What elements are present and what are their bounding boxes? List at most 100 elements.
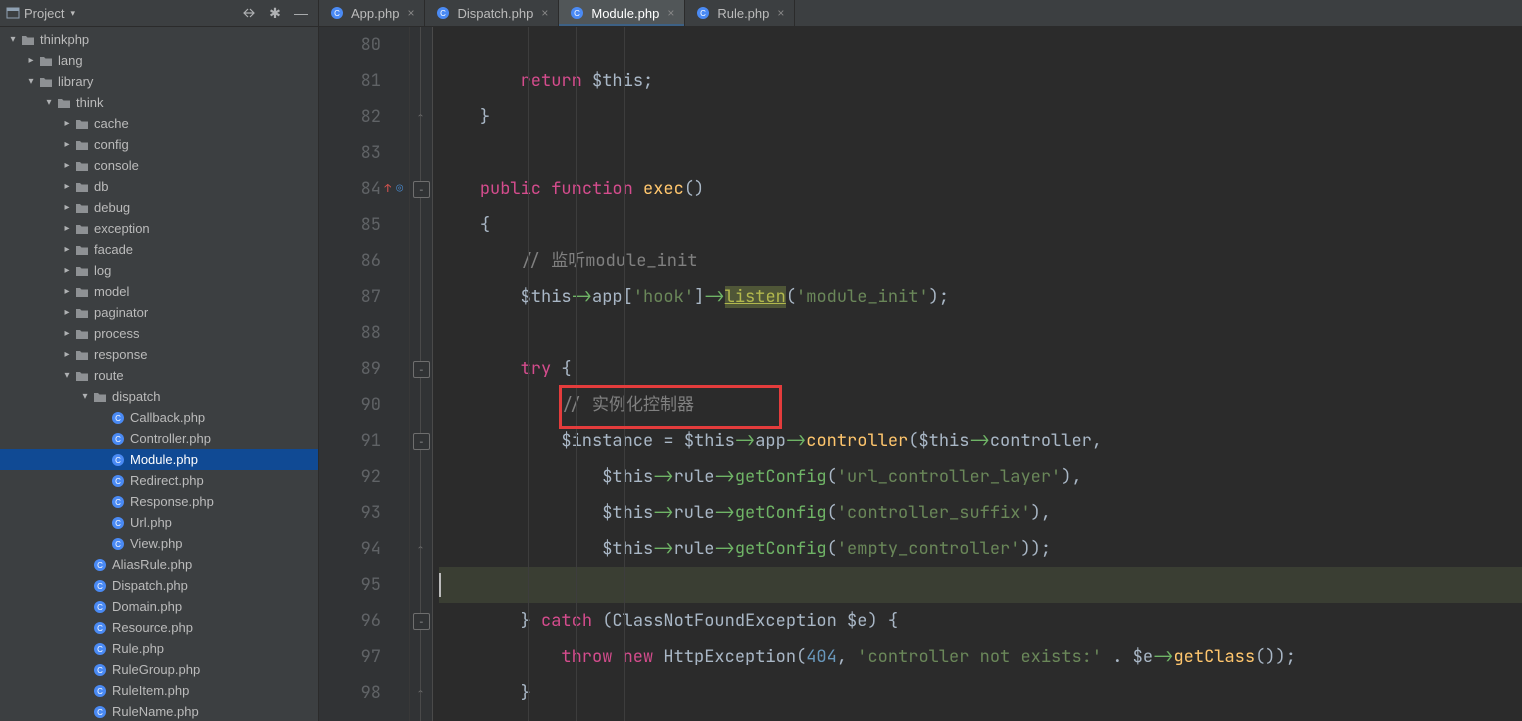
expand-arrow-icon[interactable] xyxy=(62,370,72,381)
expand-arrow-icon[interactable] xyxy=(62,139,72,150)
code-line[interactable]: $this->rule->getConfig('empty_controller… xyxy=(439,531,1522,567)
code-line[interactable]: $this->app['hook']->listen('module_init'… xyxy=(439,279,1522,315)
code-line[interactable]: $instance = $this->app->controller($this… xyxy=(439,423,1522,459)
code-line[interactable] xyxy=(439,135,1522,171)
tree-item-rule-php[interactable]: CRule.php xyxy=(0,638,318,659)
tree-item-dispatch[interactable]: dispatch xyxy=(0,386,318,407)
editor-tab-dispatch-php[interactable]: CDispatch.php× xyxy=(425,0,559,26)
tree-item-think[interactable]: think xyxy=(0,92,318,113)
line-number[interactable]: 91 xyxy=(319,423,409,459)
line-number[interactable]: 95 xyxy=(319,567,409,603)
tree-item-model[interactable]: model xyxy=(0,281,318,302)
editor-tab-module-php[interactable]: CModule.php× xyxy=(559,0,685,26)
tree-item-library[interactable]: library xyxy=(0,71,318,92)
line-number[interactable]: 90 xyxy=(319,387,409,423)
line-number[interactable]: 82 xyxy=(319,99,409,135)
line-number[interactable]: 83 xyxy=(319,135,409,171)
tree-item-redirect-php[interactable]: CRedirect.php xyxy=(0,470,318,491)
tree-item-lang[interactable]: lang xyxy=(0,50,318,71)
expand-arrow-icon[interactable] xyxy=(26,55,36,66)
line-number[interactable]: 94 xyxy=(319,531,409,567)
tree-item-module-php[interactable]: CModule.php xyxy=(0,449,318,470)
tree-item-thinkphp[interactable]: thinkphp xyxy=(0,29,318,50)
code-line[interactable]: try { xyxy=(439,351,1522,387)
project-tool-window-title[interactable]: Project ▾ xyxy=(6,6,75,21)
expand-arrow-icon[interactable] xyxy=(62,328,72,339)
code-line[interactable]: } catch (ClassNotFoundException $e) { xyxy=(439,603,1522,639)
fold-column[interactable]: ⌃−−−⌃−⌃ xyxy=(410,27,433,721)
code-line[interactable]: } xyxy=(439,675,1522,711)
tree-item-resource-php[interactable]: CResource.php xyxy=(0,617,318,638)
expand-arrow-icon[interactable] xyxy=(62,307,72,318)
line-number[interactable]: 96 xyxy=(319,603,409,639)
line-number[interactable]: 88 xyxy=(319,315,409,351)
line-number[interactable]: 87 xyxy=(319,279,409,315)
line-number[interactable]: 86 xyxy=(319,243,409,279)
tree-item-domain-php[interactable]: CDomain.php xyxy=(0,596,318,617)
up-arrow-icon[interactable]: ↑ xyxy=(384,171,391,207)
tree-item-process[interactable]: process xyxy=(0,323,318,344)
line-number[interactable]: 93 xyxy=(319,495,409,531)
line-number[interactable]: 92 xyxy=(319,459,409,495)
line-number[interactable]: 81 xyxy=(319,63,409,99)
expand-arrow-icon[interactable] xyxy=(62,265,72,276)
expand-arrow-icon[interactable] xyxy=(62,286,72,297)
project-tree[interactable]: thinkphplanglibrarythinkcacheconfigconso… xyxy=(0,27,318,721)
code-line[interactable] xyxy=(439,27,1522,63)
line-number[interactable]: 89 xyxy=(319,351,409,387)
tree-item-response-php[interactable]: CResponse.php xyxy=(0,491,318,512)
tree-item-controller-php[interactable]: CController.php xyxy=(0,428,318,449)
code-line[interactable]: } xyxy=(439,99,1522,135)
line-number[interactable]: 85 xyxy=(319,207,409,243)
tree-item-config[interactable]: config xyxy=(0,134,318,155)
close-icon[interactable]: × xyxy=(541,6,548,20)
code-line[interactable]: public function exec() xyxy=(439,171,1522,207)
code-line[interactable]: throw new HttpException(404, 'controller… xyxy=(439,639,1522,675)
hide-icon[interactable]: — xyxy=(290,2,312,24)
tree-item-dispatch-php[interactable]: CDispatch.php xyxy=(0,575,318,596)
tree-item-cache[interactable]: cache xyxy=(0,113,318,134)
tree-item-aliasrule-php[interactable]: CAliasRule.php xyxy=(0,554,318,575)
code-line[interactable]: { xyxy=(439,207,1522,243)
editor-tab-app-php[interactable]: CApp.php× xyxy=(319,0,425,26)
close-icon[interactable]: × xyxy=(407,6,414,20)
code-content[interactable]: return $this; } public function exec() {… xyxy=(433,27,1522,721)
tree-item-url-php[interactable]: CUrl.php xyxy=(0,512,318,533)
expand-arrow-icon[interactable] xyxy=(62,118,72,129)
line-number[interactable]: 80 xyxy=(319,27,409,63)
fold-toggle-icon[interactable]: − xyxy=(413,433,430,450)
expand-arrow-icon[interactable] xyxy=(80,391,90,402)
fold-toggle-icon[interactable]: − xyxy=(413,181,430,198)
collapse-icon[interactable] xyxy=(238,2,260,24)
code-line[interactable]: $this->rule->getConfig('controller_suffi… xyxy=(439,495,1522,531)
code-line[interactable]: // 实例化控制器 xyxy=(439,387,1522,423)
tree-item-ruleitem-php[interactable]: CRuleItem.php xyxy=(0,680,318,701)
tree-item-rulename-php[interactable]: CRuleName.php xyxy=(0,701,318,721)
expand-arrow-icon[interactable] xyxy=(62,181,72,192)
expand-arrow-icon[interactable] xyxy=(44,97,54,108)
line-number[interactable]: 84◎↑ xyxy=(319,171,409,207)
tree-item-callback-php[interactable]: CCallback.php xyxy=(0,407,318,428)
fold-toggle-icon[interactable]: − xyxy=(413,613,430,630)
expand-arrow-icon[interactable] xyxy=(62,223,72,234)
code-editor[interactable]: 8081828384◎↑8586878889909192939495969798… xyxy=(319,27,1522,721)
line-number[interactable]: 98 xyxy=(319,675,409,711)
tree-item-route[interactable]: route xyxy=(0,365,318,386)
editor-tab-rule-php[interactable]: CRule.php× xyxy=(685,0,795,26)
tree-item-debug[interactable]: debug xyxy=(0,197,318,218)
expand-arrow-icon[interactable] xyxy=(62,244,72,255)
code-line[interactable]: $this->rule->getConfig('url_controller_l… xyxy=(439,459,1522,495)
tree-item-view-php[interactable]: CView.php xyxy=(0,533,318,554)
line-number[interactable]: 97 xyxy=(319,639,409,675)
expand-arrow-icon[interactable] xyxy=(62,349,72,360)
code-line[interactable] xyxy=(439,567,1522,603)
close-icon[interactable]: × xyxy=(667,6,674,20)
code-line[interactable] xyxy=(439,315,1522,351)
tree-item-paginator[interactable]: paginator xyxy=(0,302,318,323)
tree-item-response[interactable]: response xyxy=(0,344,318,365)
tree-item-console[interactable]: console xyxy=(0,155,318,176)
tree-item-rulegroup-php[interactable]: CRuleGroup.php xyxy=(0,659,318,680)
tree-item-log[interactable]: log xyxy=(0,260,318,281)
gear-icon[interactable]: ✱ xyxy=(264,2,286,24)
tree-item-db[interactable]: db xyxy=(0,176,318,197)
